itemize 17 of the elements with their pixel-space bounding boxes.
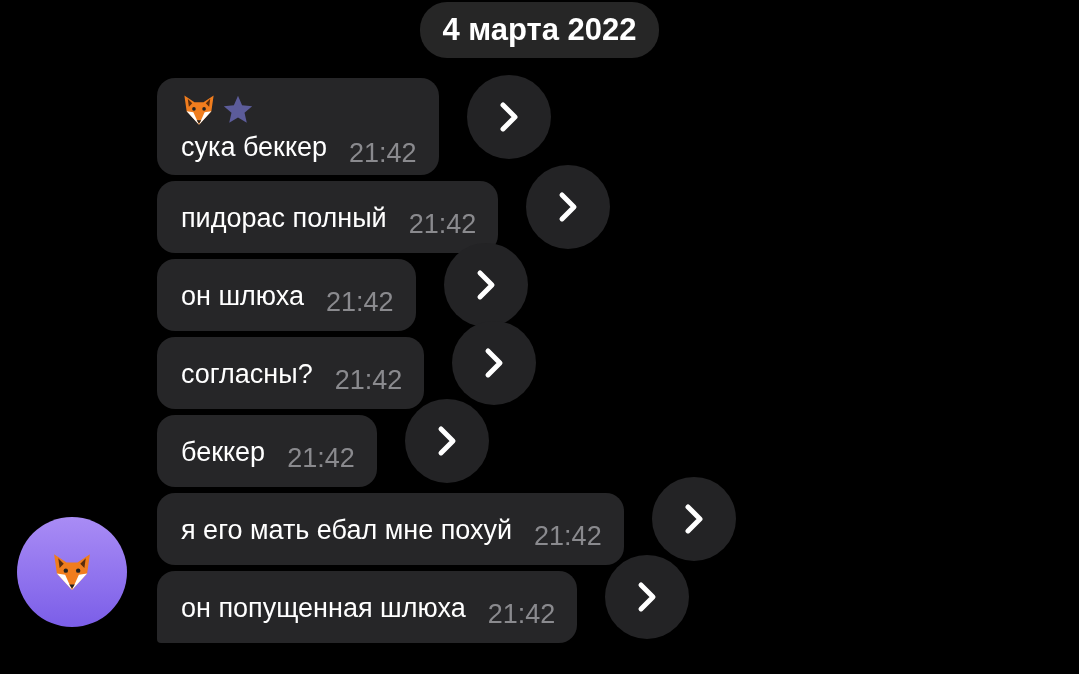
message-time: 21:42: [487, 598, 556, 630]
chevron-right-icon: [497, 100, 520, 133]
message-time: 21:42: [349, 138, 417, 169]
message-text: я его мать ебал мне похуй: [181, 514, 513, 546]
message-time: 21:42: [326, 286, 394, 318]
message-text: согласны?: [181, 358, 313, 390]
chevron-right-icon: [682, 502, 705, 535]
message-time: 21:42: [287, 442, 355, 474]
message-text: пидорас полный: [181, 202, 387, 234]
message-time: 21:42: [334, 364, 403, 396]
message-text: он попущенная шлюха: [181, 592, 466, 624]
message-text: беккер: [181, 436, 266, 468]
message-text: он шлюха: [181, 280, 304, 312]
message-time: 21:42: [534, 520, 602, 552]
message-time: 21:42: [408, 208, 477, 240]
date-label: 4 марта 2022: [420, 2, 659, 58]
message-text: сука беккер: [181, 132, 328, 163]
